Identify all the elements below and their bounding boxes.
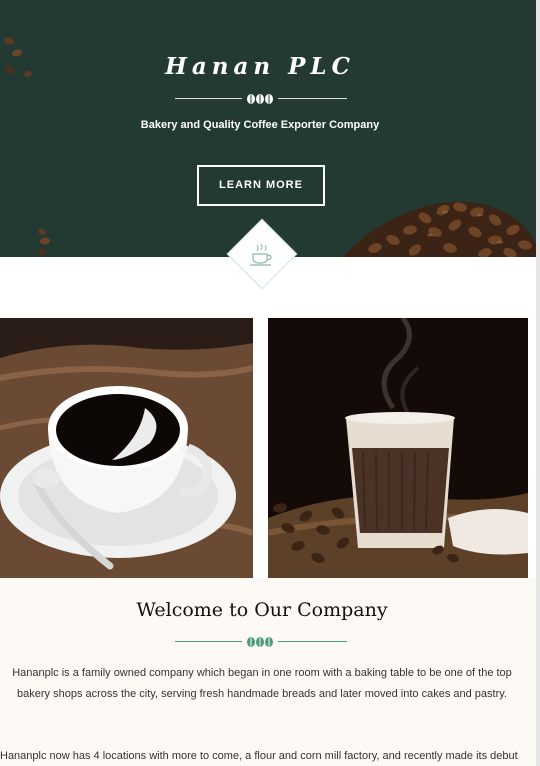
welcome-paragraph-1: Hananplc is a family owned company which… (12, 667, 512, 700)
coffee-cup-icon (250, 243, 272, 266)
hero-title: Hanan PLC (165, 53, 355, 80)
coffee-beans-icon (247, 94, 273, 104)
welcome-paragraph-2: Hananplc now has 4 locations with more t… (0, 750, 518, 762)
coffee-cup-on-burlap-photo (0, 318, 253, 578)
scattered-beans-decoration (38, 228, 50, 256)
coffee-bean-pile-image (342, 201, 536, 257)
page-scrollbar[interactable] (536, 0, 540, 766)
learn-more-button[interactable]: LEARN MORE (197, 165, 325, 206)
page: Hanan PLC Bakery and Quality Coffee Expo… (0, 0, 536, 766)
welcome-title: Welcome to Our Company (136, 599, 388, 621)
hero-banner: Hanan PLC Bakery and Quality Coffee Expo… (0, 0, 536, 257)
hero-divider (175, 93, 347, 105)
hero-subtitle: Bakery and Quality Coffee Exporter Compa… (140, 119, 380, 131)
welcome-section: Welcome to Our Company Hananplc is a fam… (0, 578, 536, 766)
welcome-divider (175, 636, 347, 648)
paper-coffee-cup-photo (268, 318, 528, 578)
coffee-beans-icon (247, 637, 273, 647)
